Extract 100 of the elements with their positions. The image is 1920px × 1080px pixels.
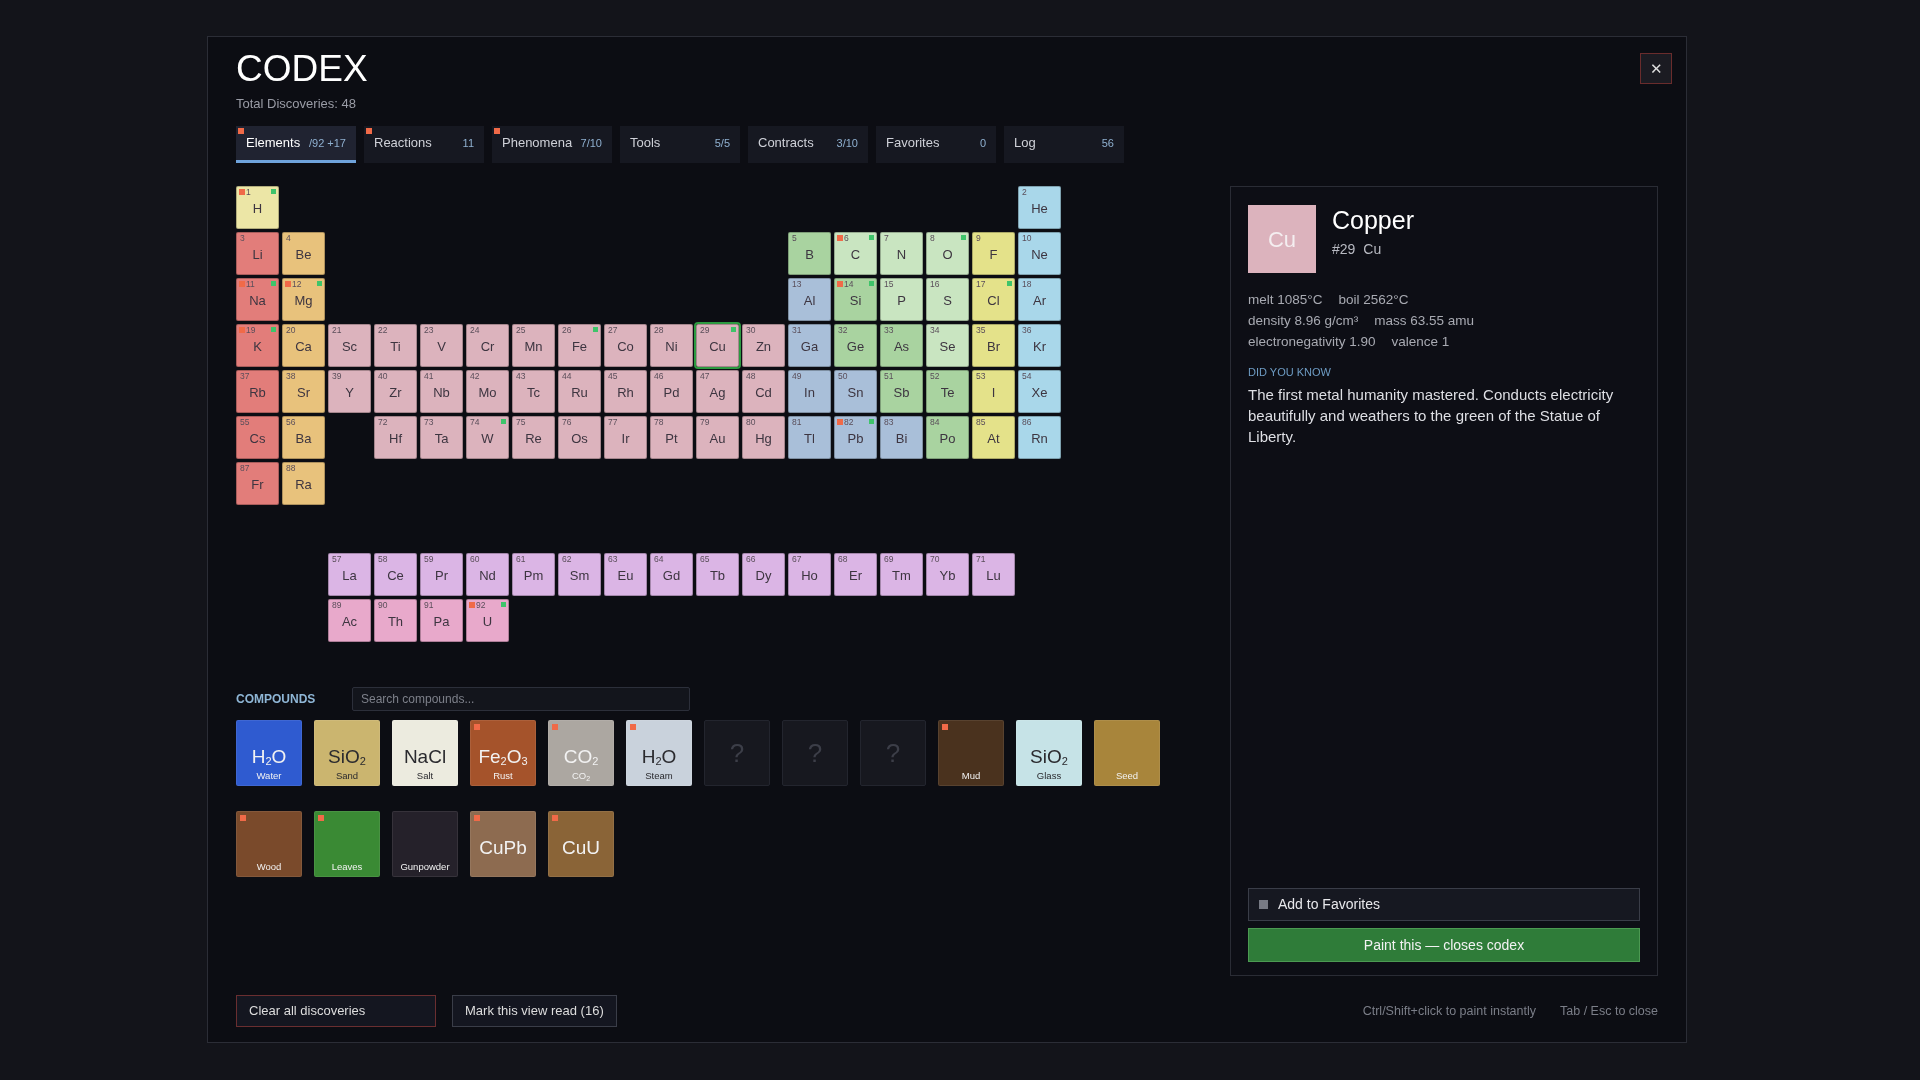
compound-tile[interactable]: H$_{2}$O Water [236,720,302,787]
compound-tile[interactable]: Leaves [314,811,380,878]
element-tile[interactable]: 38 Sr [282,370,325,414]
element-tile[interactable]: 5 B [788,232,831,276]
element-tile[interactable]: 21 Sc [328,324,371,368]
element-tile[interactable]: 14 Si [834,278,877,322]
compound-tile[interactable]: NaCl Salt [392,720,458,787]
element-tile[interactable]: 46 Pd [650,370,693,414]
element-tile[interactable]: 62 Sm [558,553,601,597]
mark-read-button[interactable]: Mark this view read (16) [452,995,617,1028]
element-tile[interactable]: 63 Eu [604,553,647,597]
element-tile[interactable]: 4 Be [282,232,325,276]
element-tile[interactable]: 12 Mg [282,278,325,322]
element-tile[interactable]: 68 Er [834,553,877,597]
tab[interactable]: Log 56 [1004,126,1124,164]
element-tile[interactable]: 53 I [972,370,1015,414]
element-tile[interactable]: 26 Fe [558,324,601,368]
element-tile[interactable]: 19 K [236,324,279,368]
tab[interactable]: Reactions 11 [364,126,484,164]
compound-tile[interactable]: Gunpowder [392,811,458,878]
element-tile[interactable]: 17 Cl [972,278,1015,322]
compound-tile[interactable]: SiO$_{2}$ Sand [314,720,380,787]
element-tile[interactable]: 18 Ar [1018,278,1061,322]
element-tile[interactable]: 69 Tm [880,553,923,597]
element-tile[interactable]: 44 Ru [558,370,601,414]
element-tile[interactable]: 49 In [788,370,831,414]
element-tile[interactable]: 85 At [972,416,1015,460]
element-tile[interactable]: 33 As [880,324,923,368]
element-tile[interactable]: 67 Ho [788,553,831,597]
element-tile[interactable]: 28 Ni [650,324,693,368]
element-tile[interactable]: 6 C [834,232,877,276]
element-tile[interactable]: 40 Zr [374,370,417,414]
element-tile[interactable]: 90 Th [374,599,417,643]
favorite-button[interactable]: Add to Favorites [1248,888,1640,922]
search-field[interactable]: Search compounds... [352,687,690,712]
element-tile[interactable]: 9 F [972,232,1015,276]
tab[interactable]: Contracts 3/10 [748,126,868,164]
element-tile[interactable]: 84 Po [926,416,969,460]
tab[interactable]: Favorites 0 [876,126,996,164]
compound-tile[interactable]: CuU [548,811,614,878]
element-tile[interactable]: 41 Nb [420,370,463,414]
element-tile[interactable]: 73 Ta [420,416,463,460]
element-tile[interactable]: 8 O [926,232,969,276]
element-tile[interactable]: 54 Xe [1018,370,1061,414]
element-tile[interactable]: 57 La [328,553,371,597]
compound-tile[interactable]: Wood [236,811,302,878]
element-tile[interactable]: 75 Re [512,416,555,460]
element-tile[interactable]: 42 Mo [466,370,509,414]
element-tile[interactable]: 45 Rh [604,370,647,414]
element-tile[interactable]: 51 Sb [880,370,923,414]
element-tile[interactable]: 82 Pb [834,416,877,460]
element-tile[interactable]: 35 Br [972,324,1015,368]
element-tile[interactable]: 87 Fr [236,462,279,506]
element-tile[interactable]: 71 Lu [972,553,1015,597]
element-tile[interactable]: 3 Li [236,232,279,276]
element-tile[interactable]: 59 Pr [420,553,463,597]
element-tile[interactable]: 25 Mn [512,324,555,368]
compound-tile[interactable]: SiO$_{2}$ Glass [1016,720,1082,787]
element-tile[interactable]: 83 Bi [880,416,923,460]
element-tile[interactable]: 31 Ga [788,324,831,368]
paint-button[interactable]: Paint this — closes codex [1248,928,1640,963]
element-tile[interactable]: 37 Rb [236,370,279,414]
element-tile[interactable]: 79 Au [696,416,739,460]
element-tile[interactable]: 65 Tb [696,553,739,597]
element-tile[interactable]: 88 Ra [282,462,325,506]
element-tile[interactable]: 72 Hf [374,416,417,460]
element-tile[interactable]: 32 Ge [834,324,877,368]
element-tile[interactable]: 2 He [1018,186,1061,230]
element-tile[interactable]: 47 Ag [696,370,739,414]
element-tile[interactable]: 36 Kr [1018,324,1061,368]
tab[interactable]: Phenomena 7/10 [492,126,612,164]
element-tile[interactable]: 55 Cs [236,416,279,460]
clear-button[interactable]: Clear all discoveries [236,995,436,1028]
element-tile[interactable]: 30 Zn [742,324,785,368]
compound-tile[interactable]: Fe$_{2}$O$_{3}$ Rust [470,720,536,787]
element-tile[interactable]: 27 Co [604,324,647,368]
element-tile[interactable]: 60 Nd [466,553,509,597]
element-tile[interactable]: 43 Tc [512,370,555,414]
close-button[interactable]: ✕ [1640,53,1672,84]
element-tile[interactable]: 15 P [880,278,923,322]
tab[interactable]: Elements /92 +17 [236,126,356,164]
element-tile[interactable]: 58 Ce [374,553,417,597]
element-tile[interactable]: 64 Gd [650,553,693,597]
element-tile[interactable]: 29 Cu [696,324,739,368]
compound-tile[interactable]: Mud [938,720,1004,787]
element-tile[interactable]: 13 Al [788,278,831,322]
element-tile[interactable]: 86 Rn [1018,416,1061,460]
element-tile[interactable]: 16 S [926,278,969,322]
element-tile[interactable]: 74 W [466,416,509,460]
element-tile[interactable]: 78 Pt [650,416,693,460]
element-tile[interactable]: 76 Os [558,416,601,460]
element-tile[interactable]: 10 Ne [1018,232,1061,276]
element-tile[interactable]: 66 Dy [742,553,785,597]
compound-tile[interactable]: CuPb [470,811,536,878]
element-tile[interactable]: 77 Ir [604,416,647,460]
element-tile[interactable]: 61 Pm [512,553,555,597]
element-tile[interactable]: 22 Ti [374,324,417,368]
element-tile[interactable]: 52 Te [926,370,969,414]
element-tile[interactable]: 1 H [236,186,279,230]
element-tile[interactable]: 89 Ac [328,599,371,643]
